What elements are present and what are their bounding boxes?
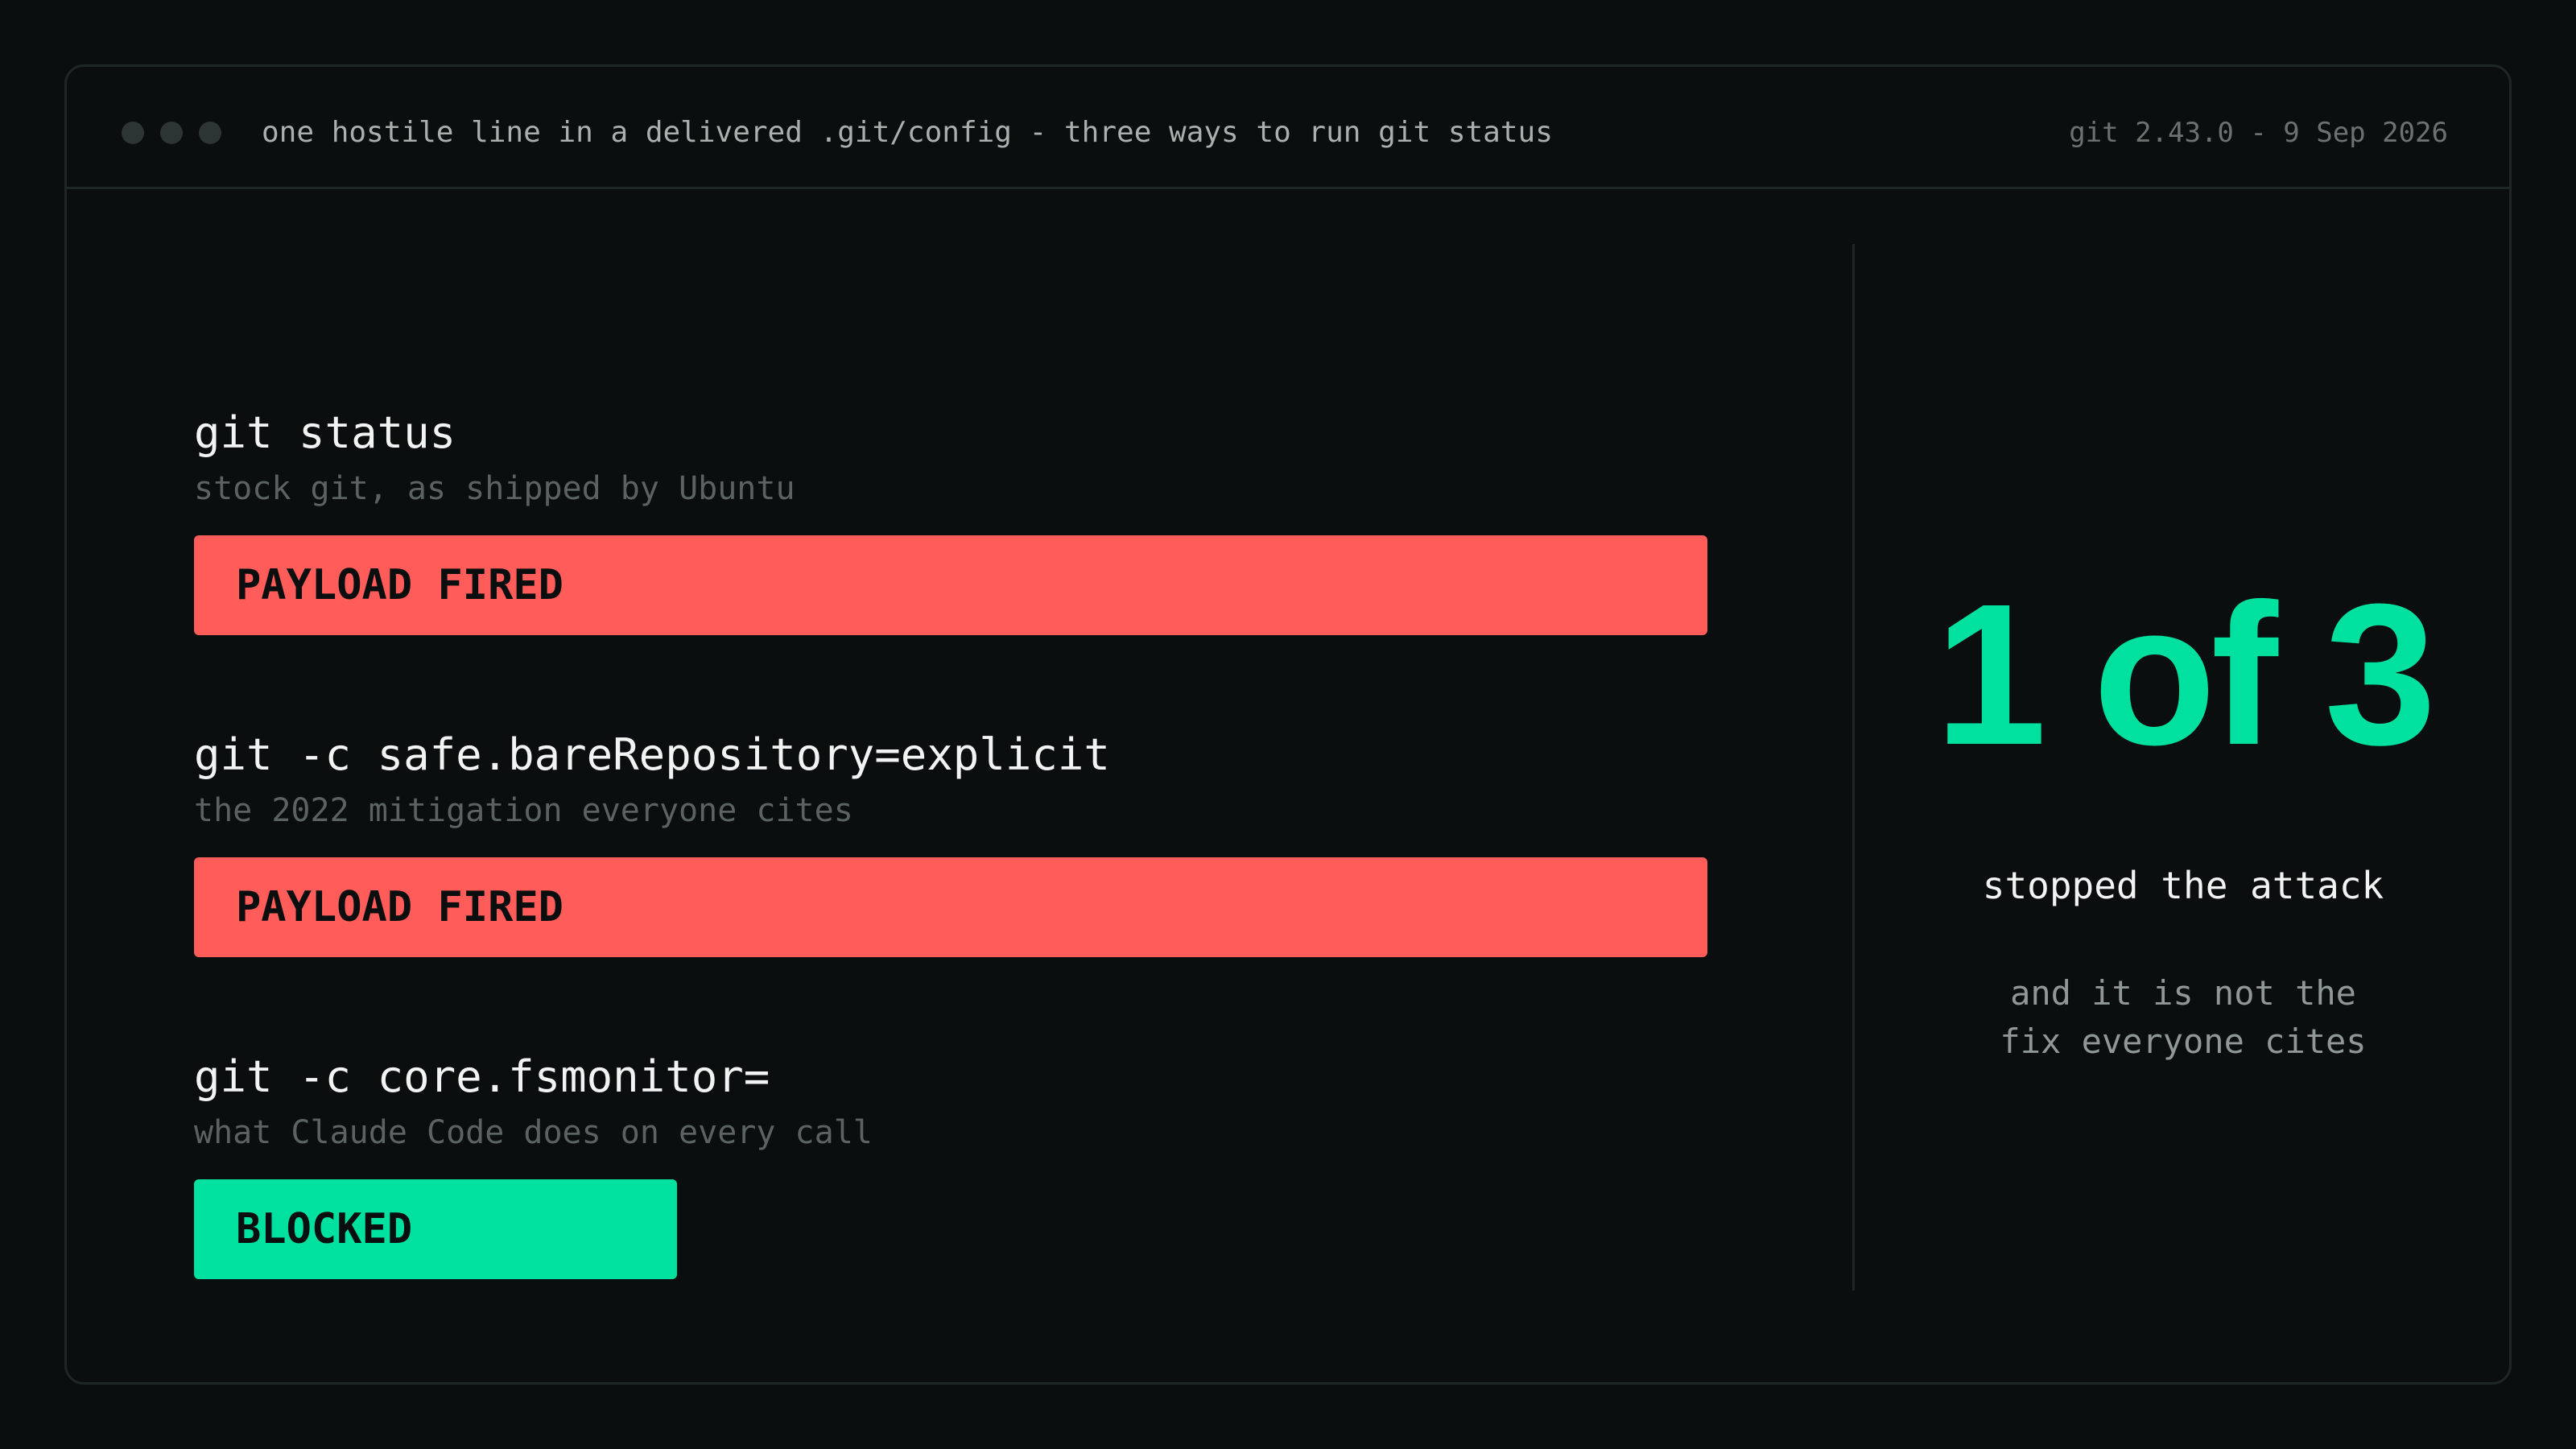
- command-description: stock git, as shipped by Ubuntu: [194, 470, 795, 507]
- version-label: git 2.43.0 - 9 Sep 2026: [2069, 117, 2448, 149]
- result-badge-blocked: BLOCKED: [194, 1179, 677, 1279]
- result-badge-fired: PAYLOAD FIRED: [194, 857, 1707, 957]
- summary-note: and it is not the fix everyone cites: [1855, 969, 2512, 1066]
- command-description: the 2022 mitigation everyone cites: [194, 792, 853, 829]
- summary-note-line: and it is not the: [2010, 973, 2356, 1013]
- results-panel: git status stock git, as shipped by Ubun…: [67, 192, 1854, 1383]
- window-controls: [122, 122, 221, 144]
- result-row: git -c safe.bareRepository=explicit the …: [194, 727, 1724, 957]
- result-row: git status stock git, as shipped by Ubun…: [194, 405, 1724, 635]
- result-row: git -c core.fsmonitor= what Claude Code …: [194, 1049, 1724, 1279]
- window-dot-2[interactable]: [160, 122, 183, 144]
- summary-subline: stopped the attack: [1982, 864, 2384, 907]
- summary-note-line: fix everyone cites: [2000, 1022, 2367, 1061]
- command-text: git status: [194, 407, 456, 458]
- window-title: one hostile line in a delivered .git/con…: [262, 116, 1553, 149]
- title-bar: one hostile line in a delivered .git/con…: [67, 67, 2509, 189]
- result-badge-fired: PAYLOAD FIRED: [194, 535, 1707, 635]
- window-dot-1[interactable]: [122, 122, 144, 144]
- slide-window: one hostile line in a delivered .git/con…: [64, 64, 2512, 1385]
- command-description: what Claude Code does on every call: [194, 1114, 873, 1151]
- summary-panel: 1 of 3 stopped the attack and it is not …: [1855, 192, 2512, 1383]
- command-text: git -c safe.bareRepository=explicit: [194, 729, 1110, 780]
- summary-headline: 1 of 3: [1934, 562, 2437, 786]
- window-dot-3[interactable]: [199, 122, 221, 144]
- command-text: git -c core.fsmonitor=: [194, 1051, 770, 1102]
